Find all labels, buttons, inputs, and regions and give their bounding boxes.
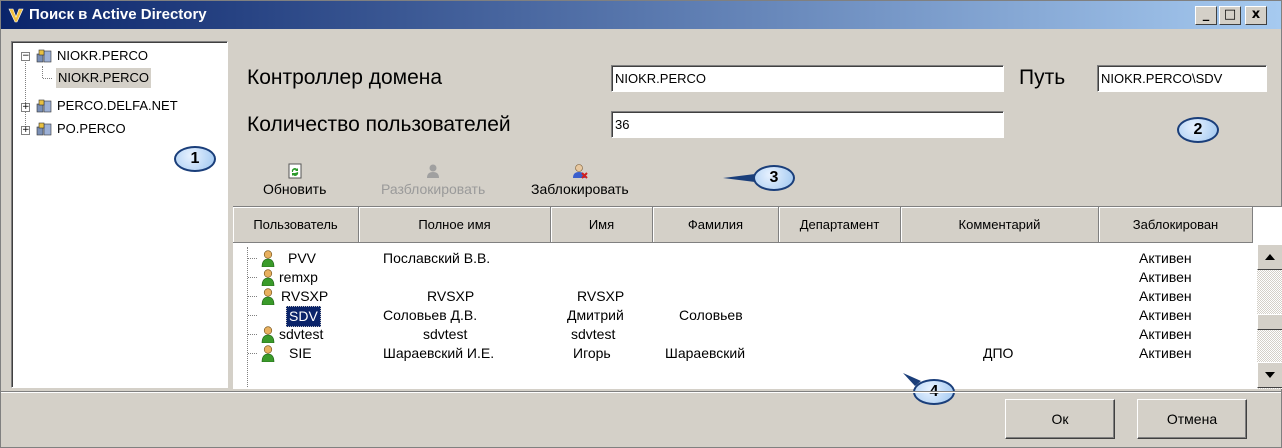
user-unlock-icon xyxy=(427,164,440,178)
cell-first-name: sdvtest xyxy=(571,326,616,342)
expand-icon[interactable]: + xyxy=(21,126,30,135)
arrow-down-icon xyxy=(1265,372,1275,378)
lock-label: Заблокировать xyxy=(531,181,629,197)
callout-2: 2 xyxy=(1177,117,1219,143)
window-title: Поиск в Active Directory xyxy=(29,6,207,23)
tree-node-niokr[interactable]: NIOKR.PERCO xyxy=(57,46,148,66)
column-header-full-name[interactable]: Полное имя xyxy=(359,207,551,243)
tree-line xyxy=(25,56,26,131)
cell-full-name: RVSXP xyxy=(427,288,475,304)
table-row-selected[interactable]: SDV Соловьев Д.В. Дмитрий Соловьев Актив… xyxy=(233,306,1253,327)
table-row[interactable]: RVSXP RVSXP RVSXP Активен xyxy=(233,287,1253,306)
tree-line xyxy=(248,277,257,278)
scroll-up-button[interactable] xyxy=(1257,244,1282,270)
tree-node-perco-delfa[interactable]: PERCO.DELFA.NET xyxy=(57,96,178,116)
domain-icon xyxy=(36,99,52,113)
user-lock-icon xyxy=(572,164,588,179)
user-icon xyxy=(261,250,275,267)
tree-line xyxy=(43,78,52,79)
cell-status: Активен xyxy=(1139,345,1192,361)
unlock-button[interactable]: Разблокировать xyxy=(381,163,485,197)
path-field[interactable]: NIOKR.PERCO\SDV xyxy=(1097,65,1267,92)
ok-button[interactable]: Ок xyxy=(1005,399,1115,439)
expand-icon[interactable]: + xyxy=(21,103,30,112)
callout-3-pointer xyxy=(723,174,755,182)
maximize-button[interactable]: □ xyxy=(1219,6,1241,25)
lock-button[interactable]: Заблокировать xyxy=(531,163,629,197)
collapse-icon[interactable]: − xyxy=(21,52,30,61)
tree-node-niokr-child[interactable]: NIOKR.PERCO xyxy=(56,68,152,88)
cell-status: Активен xyxy=(1139,307,1192,323)
arrow-up-icon xyxy=(1265,254,1275,260)
column-header-comment[interactable]: Комментарий xyxy=(901,207,1099,243)
cell-full-name: Пославский В.В. xyxy=(383,250,491,266)
cell-user: SDV xyxy=(286,306,321,327)
user-icon xyxy=(261,326,275,343)
users-table[interactable]: Пользователь Полное имя Имя Фамилия Депа… xyxy=(233,206,1282,389)
scroll-down-button[interactable] xyxy=(1257,362,1282,388)
user-count-label: Количество пользователей xyxy=(247,113,511,136)
scroll-thumb[interactable] xyxy=(1257,314,1282,330)
cell-user: SIE xyxy=(289,345,312,361)
cell-last-name: Шараевский xyxy=(665,345,746,361)
cell-last-name: Соловьев xyxy=(679,307,743,323)
tree-line xyxy=(248,296,257,297)
refresh-button[interactable]: Обновить xyxy=(263,163,326,197)
cell-user: sdvtest xyxy=(279,326,324,342)
cell-first-name: Дмитрий xyxy=(567,307,624,323)
refresh-label: Обновить xyxy=(263,181,327,197)
user-icon xyxy=(261,269,275,286)
ad-search-dialog: Поиск в Active Directory _ □ x − NIOKR.P… xyxy=(0,0,1282,448)
tree-line xyxy=(248,258,257,259)
table-row[interactable]: SIE Шараевский И.Е. Игорь Шараевский ДПО… xyxy=(233,344,1253,363)
tree-node-po-perco[interactable]: PO.PERCO xyxy=(57,119,126,139)
callout-4-pointer xyxy=(903,373,921,386)
path-label: Путь xyxy=(1019,66,1066,89)
cell-status: Активен xyxy=(1139,288,1192,304)
cell-full-name: sdvtest xyxy=(423,326,468,342)
cell-full-name: Шараевский И.Е. xyxy=(383,345,495,361)
tree-line xyxy=(248,334,257,335)
cancel-button[interactable]: Отмена xyxy=(1137,399,1247,439)
column-header-user[interactable]: Пользователь xyxy=(233,207,359,243)
domain-controller-label: Контроллер домена xyxy=(247,66,443,89)
title-bar[interactable]: Поиск в Active Directory _ □ x xyxy=(1,1,1281,29)
cell-comment: ДПО xyxy=(983,345,1014,361)
domain-icon xyxy=(36,49,52,63)
user-count-field[interactable]: 36 xyxy=(611,111,1004,138)
table-row[interactable]: PVV Пославский В.В. Активен xyxy=(233,249,1253,268)
minimize-button[interactable]: _ xyxy=(1195,6,1217,25)
column-header-blocked[interactable]: Заблокирован xyxy=(1099,207,1253,243)
column-header-first-name[interactable]: Имя xyxy=(551,207,653,243)
domain-controller-field[interactable]: NIOKR.PERCO xyxy=(611,65,1004,92)
callout-1: 1 xyxy=(174,146,216,172)
column-header-last-name[interactable]: Фамилия xyxy=(653,207,779,243)
cell-user: RVSXP xyxy=(281,288,329,304)
column-header-department[interactable]: Департамент xyxy=(779,207,901,243)
cell-status: Активен xyxy=(1139,326,1192,342)
perco-logo-icon xyxy=(8,8,24,23)
tree-line xyxy=(248,315,257,316)
table-scrollbar[interactable] xyxy=(1257,244,1282,389)
cell-user: PVV xyxy=(288,250,317,266)
cell-status: Активен xyxy=(1139,269,1192,285)
cell-status: Активен xyxy=(1139,250,1192,266)
divider xyxy=(1,391,1281,392)
cell-user: remxp xyxy=(279,269,318,285)
callout-3: 3 xyxy=(753,165,795,191)
domain-icon xyxy=(36,122,52,136)
cell-first-name: Игорь xyxy=(573,345,611,361)
tree-line xyxy=(248,353,257,354)
table-row[interactable]: remxp Активен xyxy=(233,268,1253,287)
user-icon xyxy=(261,345,275,362)
close-button[interactable]: x xyxy=(1245,6,1267,25)
tree-line xyxy=(42,66,43,78)
domain-tree[interactable]: − NIOKR.PERCO NIOKR.PERCO + PERCO.DELFA.… xyxy=(11,41,228,388)
cell-first-name: RVSXP xyxy=(577,288,625,304)
refresh-icon xyxy=(288,163,302,179)
table-row[interactable]: sdvtest sdvtest sdvtest Активен xyxy=(233,325,1253,344)
user-icon xyxy=(261,288,275,305)
cell-full-name: Соловьев Д.В. xyxy=(383,307,478,323)
unlock-label: Разблокировать xyxy=(381,181,486,197)
